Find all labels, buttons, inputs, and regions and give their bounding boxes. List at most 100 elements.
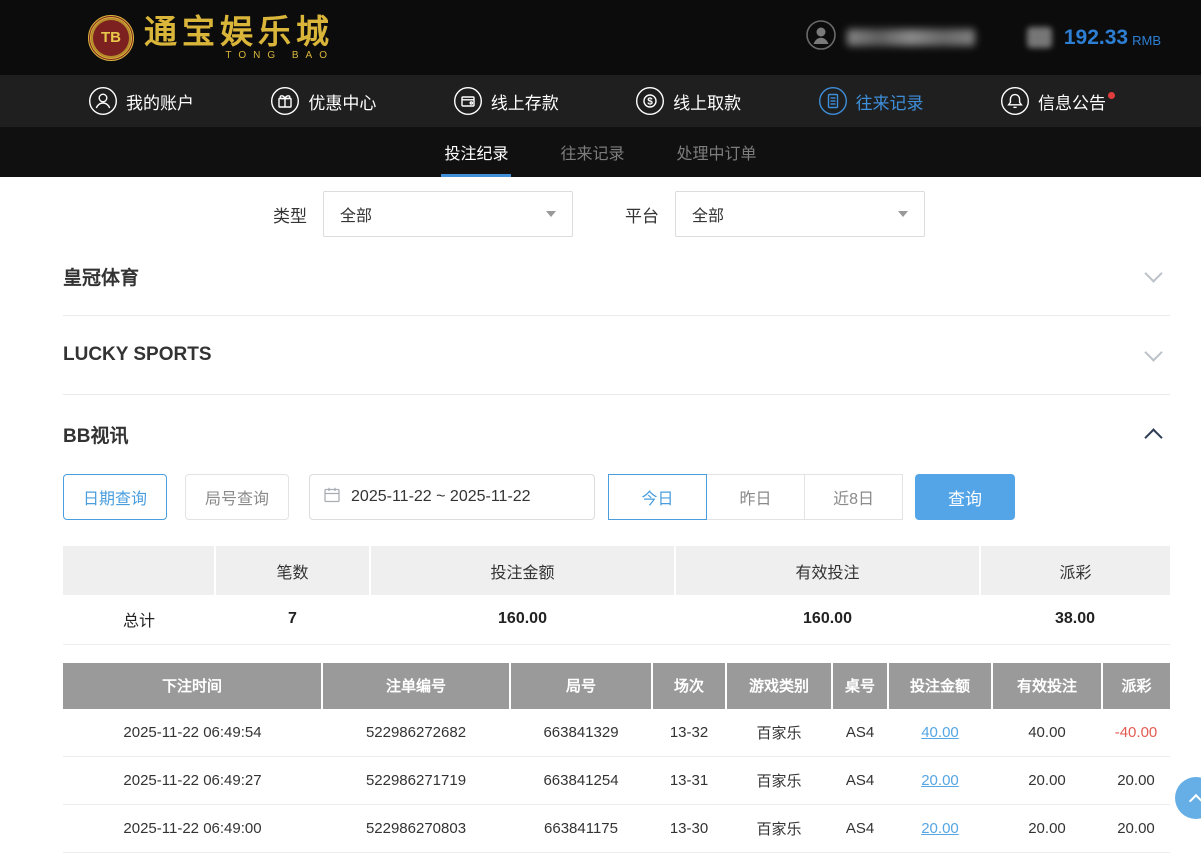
- detail-header-game: 游戏类别: [726, 663, 832, 709]
- platform-filter-select[interactable]: 全部: [675, 191, 925, 237]
- bell-icon: [1000, 86, 1030, 116]
- last-8-days-button[interactable]: 近8日: [804, 474, 903, 520]
- detail-header-session: 场次: [652, 663, 726, 709]
- game-type: 百家乐: [726, 709, 832, 757]
- search-button[interactable]: 查询: [915, 474, 1015, 520]
- calendar-icon: [323, 486, 341, 509]
- gift-icon: [270, 86, 300, 116]
- table-row: 2025-11-22 06:49:27 522986271719 6638412…: [63, 757, 1170, 805]
- valid-bet: 20.00: [992, 805, 1102, 853]
- site-title: 通宝娱乐城: [144, 15, 334, 48]
- nav-label: 优惠中心: [308, 89, 376, 114]
- bet-id: 522986271719: [322, 757, 510, 805]
- detail-header-row: 下注时间 注单编号 局号 场次 游戏类别 桌号 投注金额 有效投注 派彩: [63, 663, 1170, 709]
- arrow-up-icon: [1189, 793, 1201, 807]
- tab-processing-orders[interactable]: 处理中订单: [674, 127, 760, 177]
- payout: -40.00: [1102, 709, 1170, 757]
- section-crown-sports[interactable]: 皇冠体育: [63, 237, 1170, 316]
- nav-item-transfer-records[interactable]: 往来记录: [818, 86, 924, 116]
- type-filter-value: 全部: [340, 202, 372, 226]
- detail-header-table: 桌号: [832, 663, 888, 709]
- game-type: 百家乐: [726, 757, 832, 805]
- summary-total-label: 总计: [63, 595, 215, 644]
- platform-filter-value: 全部: [692, 202, 724, 226]
- bet-amount-link[interactable]: 20.00: [921, 772, 959, 789]
- site-logo[interactable]: TB 通宝娱乐城 TONG BAO: [88, 15, 334, 61]
- summary-total-count: 7: [215, 595, 370, 644]
- summary-total-row: 总计 7 160.00 160.00 38.00: [63, 595, 1170, 644]
- yesterday-button[interactable]: 昨日: [706, 474, 805, 520]
- avatar-icon: [805, 19, 837, 56]
- deposit-icon: [453, 86, 483, 116]
- today-button[interactable]: 今日: [608, 474, 707, 520]
- record-subtabs: 投注纪录 往来记录 处理中订单: [0, 127, 1201, 177]
- balance-currency: RMB: [1132, 28, 1161, 48]
- quick-date-group: 今日 昨日 近8日: [608, 474, 903, 520]
- nav-label: 线上存款: [491, 89, 559, 114]
- summary-table: 笔数 投注金额 有效投注 派彩 总计 7 160.00 160.00 38.00: [63, 546, 1170, 645]
- nav-label: 线上取款: [673, 89, 741, 114]
- account-area: 192.33 RMB: [805, 19, 1161, 56]
- summary-header-valid-bet: 有效投注: [675, 546, 980, 595]
- detail-header-round: 局号: [510, 663, 652, 709]
- nav-item-withdraw[interactable]: $ 线上取款: [635, 86, 741, 116]
- session: 13-31: [652, 757, 726, 805]
- bet-time: 2025-11-22 06:49:27: [63, 757, 322, 805]
- table-row: 2025-11-22 06:49:00 522986270803 6638411…: [63, 805, 1170, 853]
- detail-header-valid-bet: 有效投注: [992, 663, 1102, 709]
- table-row: 2025-11-22 06:49:54 522986272682 6638413…: [63, 709, 1170, 757]
- session: 13-32: [652, 709, 726, 757]
- tab-bet-records[interactable]: 投注纪录: [441, 127, 511, 177]
- bet-amount-link[interactable]: 20.00: [921, 820, 959, 837]
- nav-item-my-account[interactable]: 我的账户: [88, 86, 194, 116]
- summary-header-payout: 派彩: [980, 546, 1170, 595]
- payout: 20.00: [1102, 805, 1170, 853]
- top-bar: TB 通宝娱乐城 TONG BAO 192.33 RMB: [0, 0, 1201, 75]
- date-query-button[interactable]: 日期查询: [63, 474, 167, 520]
- chevron-up-icon: [1144, 428, 1162, 446]
- notification-badge: [1108, 92, 1115, 99]
- type-filter-label: 类型: [273, 202, 307, 227]
- session: 13-30: [652, 805, 726, 853]
- chevron-down-icon: [1144, 264, 1162, 282]
- tb-coin-icon: TB: [88, 15, 134, 61]
- summary-header-row: 笔数 投注金额 有效投注 派彩: [63, 546, 1170, 595]
- round-query-button[interactable]: 局号查询: [185, 474, 289, 520]
- payout: 20.00: [1102, 757, 1170, 805]
- nav-label: 往来记录: [856, 89, 924, 114]
- page: TB 通宝娱乐城 TONG BAO 192.33 RMB: [0, 0, 1201, 858]
- bet-time: 2025-11-22 06:49:54: [63, 709, 322, 757]
- section-bb-video[interactable]: BB视讯: [63, 395, 1170, 474]
- table-number: AS4: [832, 805, 888, 853]
- valid-bet: 40.00: [992, 709, 1102, 757]
- chevron-down-icon: [898, 211, 908, 217]
- summary-total-payout: 38.00: [980, 595, 1170, 644]
- withdraw-icon: $: [635, 86, 665, 116]
- platform-filter-label: 平台: [625, 202, 659, 227]
- date-range-value: 2025-11-22 ~ 2025-11-22: [351, 488, 531, 506]
- bet-id: 522986270803: [322, 805, 510, 853]
- summary-header-count: 笔数: [215, 546, 370, 595]
- round-number: 663841175: [510, 805, 652, 853]
- tab-transfer-records[interactable]: 往来记录: [557, 127, 627, 177]
- table-number: AS4: [832, 709, 888, 757]
- detail-header-bet-amount: 投注金额: [888, 663, 992, 709]
- bet-amount-link[interactable]: 40.00: [921, 724, 959, 741]
- round-number: 663841329: [510, 709, 652, 757]
- type-filter-select[interactable]: 全部: [323, 191, 573, 237]
- game-type: 百家乐: [726, 805, 832, 853]
- nav-item-announcements[interactable]: 信息公告: [1000, 86, 1106, 116]
- section-title: LUCKY SPORTS: [63, 344, 212, 366]
- summary-total-bet-amount: 160.00: [370, 595, 675, 644]
- section-lucky-sports[interactable]: LUCKY SPORTS: [63, 316, 1170, 395]
- site-subtitle: TONG BAO: [144, 50, 334, 61]
- summary-header-blank: [63, 546, 215, 595]
- bet-id: 522986272682: [322, 709, 510, 757]
- filter-row: 类型 全部 平台 全部: [63, 191, 1170, 237]
- summary-header-bet-amount: 投注金额: [370, 546, 675, 595]
- balance-amount[interactable]: 192.33: [1064, 26, 1128, 50]
- nav-item-promotions[interactable]: 优惠中心: [270, 86, 376, 116]
- nav-item-deposit[interactable]: 线上存款: [453, 86, 559, 116]
- date-range-picker[interactable]: 2025-11-22 ~ 2025-11-22: [309, 474, 595, 520]
- table-number: AS4: [832, 757, 888, 805]
